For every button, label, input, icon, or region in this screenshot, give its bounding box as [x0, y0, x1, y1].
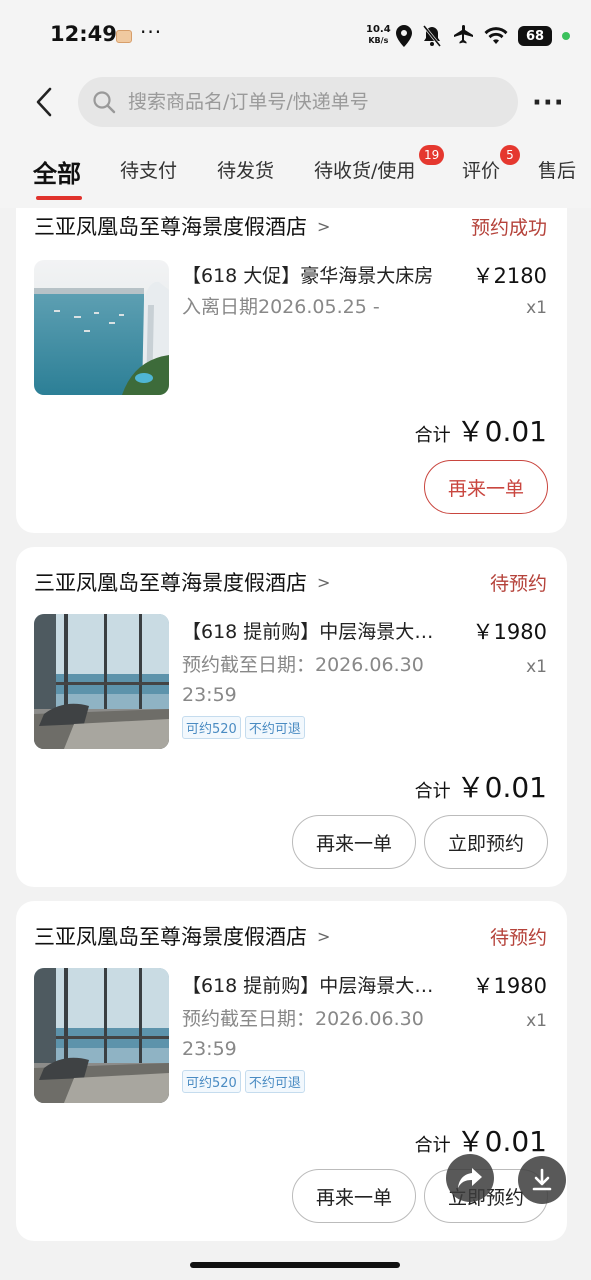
search-icon — [93, 91, 116, 114]
product-price: ￥1980 — [472, 620, 547, 644]
stay-dates: 入离日期2026.05.25 - — [182, 296, 380, 318]
pending-receipt-count-badge: 19 — [419, 145, 445, 165]
mute-bell-icon — [422, 25, 442, 47]
share-icon — [458, 1168, 482, 1188]
quantity: x1 — [526, 298, 547, 318]
search-bar[interactable] — [78, 77, 518, 127]
total-label: 合计 — [414, 1135, 451, 1156]
shop-name: 三亚凤凰岛至尊海景度假酒店 — [34, 571, 307, 595]
tag: 不约可退 — [244, 1070, 305, 1093]
tag: 可约520 — [182, 716, 241, 739]
tag: 不约可退 — [244, 716, 305, 739]
status-bar: 12:49 ··· 10.4 KB/s 68 — [0, 0, 591, 70]
tab-pending-payment[interactable]: 待支付 — [120, 156, 177, 183]
order-total: 合计 ￥0.01 — [415, 1120, 547, 1160]
quantity: x1 — [526, 1011, 547, 1031]
status-more-indicator: ··· — [140, 20, 163, 44]
home-indicator[interactable] — [190, 1262, 400, 1268]
status-icons: 68 — [396, 25, 570, 47]
total-value: ￥0.01 — [456, 771, 547, 804]
product-image[interactable] — [34, 260, 169, 395]
privacy-indicator-dot — [562, 32, 570, 40]
chevron-right-icon: > — [317, 216, 331, 236]
network-speed-unit: KB/s — [368, 36, 389, 45]
shop-name: 三亚凤凰岛至尊海景度假酒店 — [34, 215, 307, 239]
active-tab-indicator — [36, 196, 82, 200]
product-image[interactable] — [34, 614, 169, 749]
more-menu-button[interactable]: ··· — [532, 88, 565, 118]
tab-pending-receipt-use[interactable]: 待收货/使用 — [314, 156, 415, 183]
tab-pending-shipment[interactable]: 待发货 — [217, 156, 274, 183]
booking-deadline: 预约截至日期：2026.06.30 23:59 — [182, 1008, 424, 1060]
search-header: ··· — [0, 70, 591, 134]
order-total: 合计 ￥0.01 — [415, 410, 547, 450]
download-button[interactable] — [518, 1156, 566, 1204]
order-status: 待预约 — [489, 927, 547, 949]
airplane-icon — [454, 25, 473, 44]
book-now-button[interactable]: 立即预约 — [424, 815, 548, 869]
order-list: 三亚凤凰岛至尊海景度假酒店 > 预约成功 【618 大促】豪华海景大床房 ￥21 — [0, 208, 591, 1280]
order-total: 合计 ￥0.01 — [415, 766, 547, 806]
shop-name: 三亚凤凰岛至尊海景度假酒店 — [34, 925, 307, 949]
order-card[interactable]: 三亚凤凰岛至尊海景度假酒店 > 预约成功 【618 大促】豪华海景大床房 ￥21 — [16, 208, 567, 533]
chevron-right-icon: > — [317, 572, 331, 592]
download-icon — [532, 1168, 552, 1191]
tab-after-sales[interactable]: 售后 — [538, 156, 576, 183]
tab-reviews[interactable]: 评价 — [462, 156, 500, 183]
back-button[interactable] — [28, 82, 60, 122]
status-time: 12:49 — [50, 22, 117, 46]
total-label: 合计 — [414, 781, 451, 802]
product-title[interactable]: 【618 提前购】中层海景大床房 — [182, 617, 452, 644]
reviews-count-badge: 5 — [500, 145, 520, 165]
product-title[interactable]: 【618 大促】豪华海景大床房 — [182, 261, 452, 288]
network-speed-value: 10.4 — [366, 24, 391, 35]
reorder-button[interactable]: 再来一单 — [424, 460, 548, 514]
battery-icon: 68 — [518, 26, 552, 46]
tag: 可约520 — [182, 1070, 241, 1093]
total-label: 合计 — [414, 425, 451, 446]
share-button[interactable] — [446, 1154, 494, 1202]
network-speed: 10.4 KB/s — [366, 24, 391, 46]
wifi-icon — [484, 27, 508, 44]
product-tags: 可约520 不约可退 — [182, 1070, 305, 1093]
total-value: ￥0.01 — [456, 415, 547, 448]
product-price: ￥1980 — [472, 974, 547, 998]
shop-link[interactable]: 三亚凤凰岛至尊海景度假酒店 > — [34, 921, 330, 951]
location-icon — [396, 25, 412, 47]
quantity: x1 — [526, 657, 547, 677]
shop-link[interactable]: 三亚凤凰岛至尊海景度假酒店 > — [34, 567, 330, 597]
tab-all[interactable]: 全部 — [33, 154, 81, 189]
reorder-button[interactable]: 再来一单 — [292, 815, 416, 869]
product-tags: 可约520 不约可退 — [182, 716, 305, 739]
order-tabs: 全部 待支付 待发货 待收货/使用 19 评价 5 售后 — [0, 134, 591, 208]
product-title[interactable]: 【618 提前购】中层海景大床房 — [182, 971, 452, 998]
order-status: 待预约 — [489, 573, 547, 595]
search-input[interactable] — [128, 91, 498, 113]
product-image[interactable] — [34, 968, 169, 1103]
chevron-left-icon — [36, 87, 52, 117]
product-price: ￥2180 — [472, 264, 547, 288]
chevron-right-icon: > — [317, 926, 331, 946]
order-card[interactable]: 三亚凤凰岛至尊海景度假酒店 > 待预约 【618 提前购】中层海景大床房 ￥19… — [16, 547, 567, 887]
order-status: 预约成功 — [470, 217, 547, 239]
notification-app-icon — [116, 30, 132, 43]
shop-link[interactable]: 三亚凤凰岛至尊海景度假酒店 > — [34, 211, 330, 241]
reorder-button[interactable]: 再来一单 — [292, 1169, 416, 1223]
booking-deadline: 预约截至日期：2026.06.30 23:59 — [182, 654, 424, 706]
